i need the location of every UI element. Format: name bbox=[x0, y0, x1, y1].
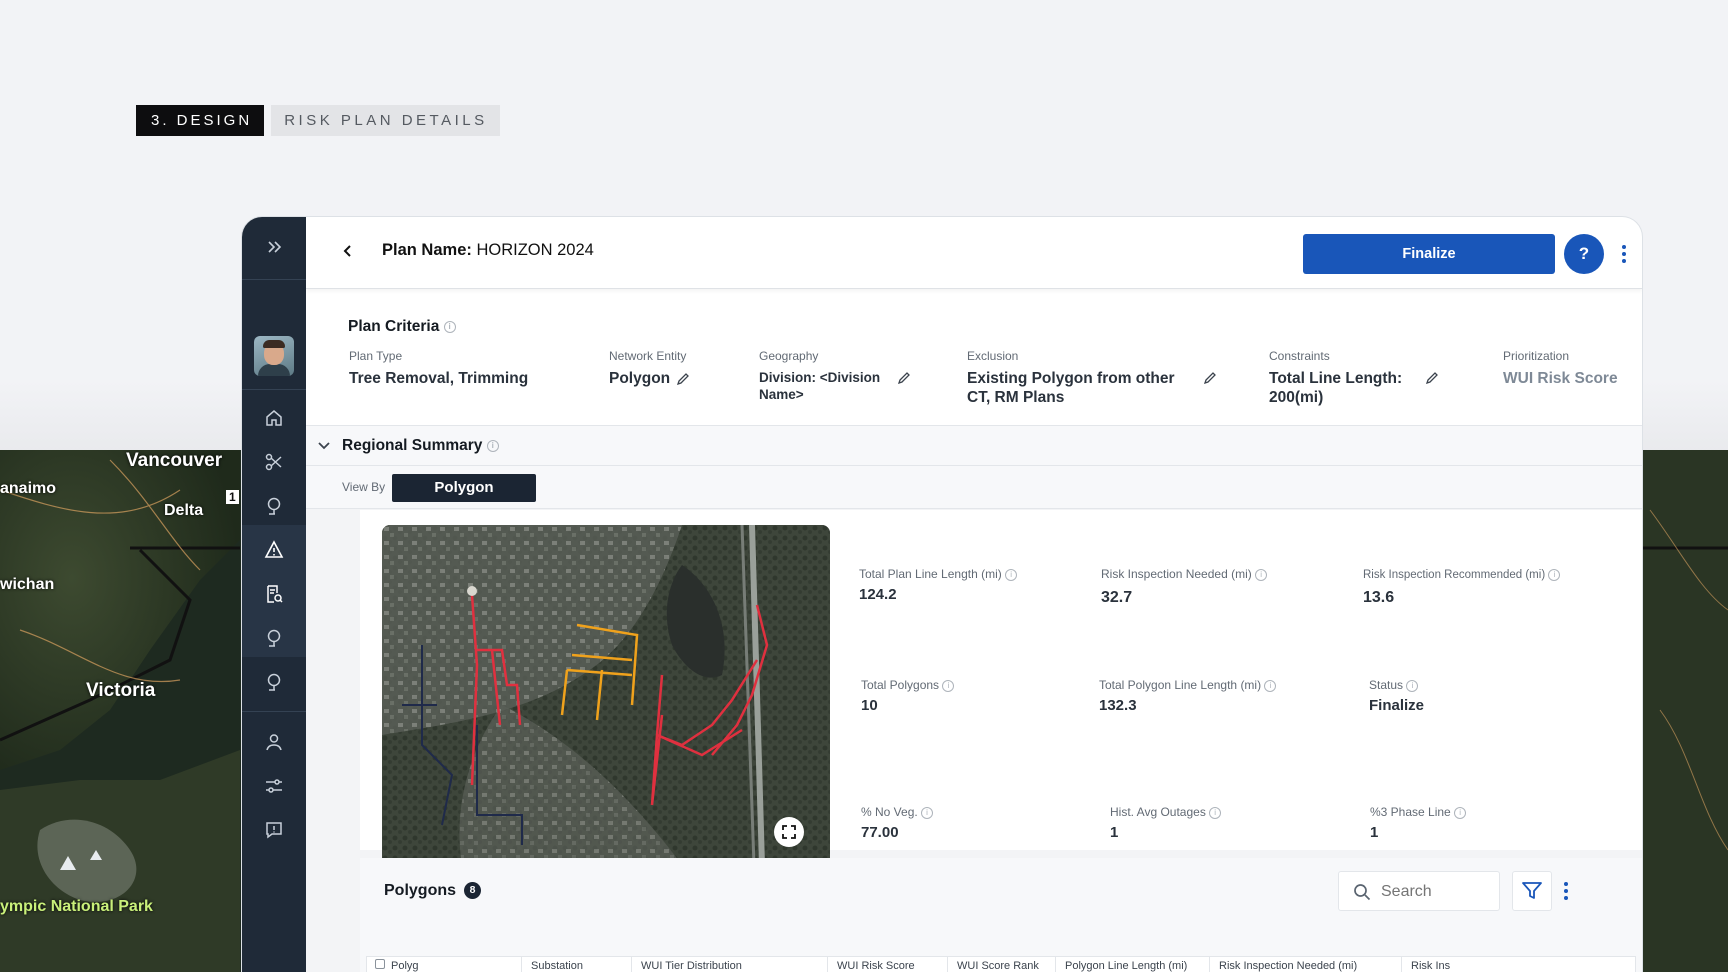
select-all-checkbox[interactable] bbox=[375, 959, 385, 969]
criteria-prioritization: Prioritization WUI Risk Score bbox=[1503, 349, 1618, 387]
warning-icon[interactable] bbox=[260, 536, 288, 564]
column-header[interactable]: Substation bbox=[531, 960, 583, 972]
user-icon[interactable] bbox=[260, 728, 288, 756]
section-tag: 3. DESIGN RISK PLAN DETAILS bbox=[136, 105, 500, 136]
map-label-nanaimo: anaimo bbox=[0, 480, 57, 497]
rail-divider bbox=[242, 279, 306, 280]
column-header[interactable]: Polyg bbox=[391, 960, 419, 972]
expand-map-button[interactable] bbox=[774, 817, 804, 847]
search-input[interactable] bbox=[1381, 880, 1491, 904]
map-label-park: ympic National Park bbox=[0, 898, 153, 915]
header-bar: Plan Name: HORIZON 2024 Finalize ? bbox=[306, 217, 1642, 289]
edit-pencil-icon[interactable] bbox=[1203, 371, 1217, 385]
metric-three-phase-line: %3 Phase Line i 1 bbox=[1370, 805, 1467, 841]
polygons-table-header: Polyg Substation WUI Tier Distribution W… bbox=[366, 956, 1636, 972]
home-icon[interactable] bbox=[260, 404, 288, 432]
app-window: Plan Name: HORIZON 2024 Finalize ? Plan … bbox=[242, 217, 1642, 972]
section-title: RISK PLAN DETAILS bbox=[271, 105, 500, 136]
back-button[interactable] bbox=[334, 237, 362, 265]
info-icon[interactable]: i bbox=[486, 439, 499, 452]
column-header[interactable]: Risk Inspection Needed (mi) bbox=[1219, 960, 1357, 972]
view-by-bar: View By Polygon bbox=[306, 466, 1642, 509]
nav-rail bbox=[242, 217, 306, 972]
plan-map-thumbnail[interactable] bbox=[382, 525, 830, 865]
edit-pencil-icon[interactable] bbox=[897, 371, 911, 385]
column-header[interactable]: Polygon Line Length (mi) bbox=[1065, 960, 1187, 972]
plan-name-value: HORIZON 2024 bbox=[476, 241, 594, 259]
settings-sliders-icon[interactable] bbox=[260, 772, 288, 800]
metric-total-plan-line-length: Total Plan Line Length (mi) i 124.2 bbox=[859, 567, 1018, 603]
metric-risk-inspection-recommended: Risk Inspection Recommended (mi) i 13.6 bbox=[1363, 569, 1561, 607]
chevron-down-icon[interactable] bbox=[316, 438, 332, 454]
search-box[interactable] bbox=[1338, 871, 1500, 911]
map-label-victoria: Victoria bbox=[86, 680, 156, 701]
finalize-button[interactable]: Finalize bbox=[1303, 234, 1555, 274]
filter-icon bbox=[1522, 882, 1542, 899]
edit-pencil-icon[interactable] bbox=[676, 372, 690, 386]
help-button[interactable]: ? bbox=[1564, 234, 1604, 274]
plan-name: Plan Name: HORIZON 2024 bbox=[382, 241, 594, 259]
rail-divider bbox=[242, 389, 306, 390]
view-by-select[interactable]: Polygon bbox=[392, 474, 536, 502]
info-icon[interactable]: i bbox=[1454, 806, 1467, 819]
scissors-icon[interactable] bbox=[260, 448, 288, 476]
info-icon[interactable]: i bbox=[1255, 568, 1268, 581]
tree-review-icon[interactable] bbox=[260, 624, 288, 652]
criteria-geography: Geography Division: <Division Name> bbox=[759, 349, 911, 403]
feedback-icon[interactable] bbox=[260, 816, 288, 844]
expand-icon bbox=[782, 825, 796, 839]
metric-status: Status i Finalize bbox=[1369, 678, 1425, 714]
polygons-section: Polygons 8 Polyg Substation WUI Tier Dist… bbox=[360, 858, 1642, 972]
info-icon[interactable]: i bbox=[443, 320, 456, 333]
map-label-cowichan: wichan bbox=[0, 576, 55, 593]
info-icon[interactable]: i bbox=[1406, 679, 1419, 692]
criteria-constraints: Constraints Total Line Length: 200(mi) bbox=[1269, 349, 1439, 407]
info-icon[interactable]: i bbox=[1209, 806, 1222, 819]
rail-divider bbox=[242, 711, 306, 712]
map-route-shield: 1 bbox=[226, 490, 239, 504]
metric-total-polygon-line-length: Total Polygon Line Length (mi) i 132.3 bbox=[1099, 678, 1277, 714]
plan-criteria-title: Plan Criteria i bbox=[348, 318, 456, 336]
metric-risk-inspection-needed: Risk Inspection Needed (mi) i 32.7 bbox=[1101, 567, 1268, 607]
expand-nav-icon[interactable] bbox=[260, 233, 288, 261]
view-by-label: View By bbox=[342, 480, 386, 494]
step-label: 3. DESIGN bbox=[136, 105, 265, 136]
tree-search-icon[interactable] bbox=[260, 492, 288, 520]
metric-no-veg: % No Veg. i 77.00 bbox=[861, 805, 934, 841]
info-icon[interactable]: i bbox=[942, 679, 955, 692]
info-icon[interactable]: i bbox=[1548, 569, 1561, 581]
info-icon[interactable]: i bbox=[1264, 679, 1277, 692]
column-header[interactable]: WUI Tier Distribution bbox=[641, 960, 742, 972]
map-label-vancouver: Vancouver bbox=[126, 450, 223, 471]
metric-hist-avg-outages: Hist. Avg Outages i 1 bbox=[1110, 805, 1222, 841]
criteria-network-entity: Network Entity Polygon bbox=[609, 349, 690, 388]
chevron-left-icon bbox=[343, 245, 351, 257]
map-label-delta: Delta bbox=[164, 502, 204, 519]
filter-button[interactable] bbox=[1512, 871, 1552, 911]
polygons-count-badge: 8 bbox=[464, 882, 482, 900]
metric-total-polygons: Total Polygons i 10 bbox=[861, 678, 955, 714]
column-header[interactable]: Risk Ins bbox=[1411, 960, 1450, 972]
avatar[interactable] bbox=[254, 336, 294, 376]
column-header[interactable]: WUI Risk Score bbox=[837, 960, 915, 972]
polygons-title: Polygons bbox=[384, 882, 457, 899]
criteria-exclusion: Exclusion Existing Polygon from other CT… bbox=[967, 349, 1217, 407]
main-content: Plan Name: HORIZON 2024 Finalize ? Plan … bbox=[306, 217, 1642, 972]
more-options-icon[interactable] bbox=[1616, 239, 1632, 269]
polygons-more-icon[interactable] bbox=[1558, 876, 1574, 906]
regional-summary-title: Regional Summary bbox=[342, 437, 483, 454]
edit-pencil-icon[interactable] bbox=[1425, 371, 1439, 385]
info-icon[interactable]: i bbox=[1005, 568, 1018, 581]
criteria-plan-type: Plan Type Tree Removal, Trimming bbox=[349, 349, 529, 387]
search-icon bbox=[1354, 884, 1371, 901]
report-search-icon[interactable] bbox=[260, 580, 288, 608]
regional-summary-header[interactable]: Regional Summary i bbox=[306, 425, 1642, 466]
tree-alert-icon[interactable] bbox=[260, 668, 288, 696]
info-icon[interactable]: i bbox=[921, 806, 934, 819]
column-header[interactable]: WUI Score Rank bbox=[957, 960, 1039, 972]
